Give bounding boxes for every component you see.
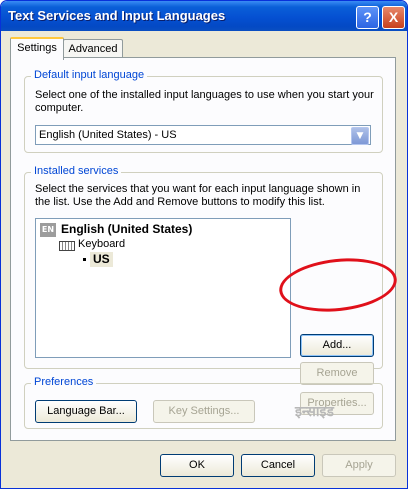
window-title: Text Services and Input Languages [8,8,226,23]
help-button[interactable]: ? [356,6,379,29]
remove-button[interactable]: Remove [300,362,374,385]
default-language-group: Default input language Select one of the… [24,69,383,153]
language-badge: EN [40,223,56,237]
tree-item-language[interactable]: English (United States) [61,223,192,236]
apply-button[interactable]: Apply [322,454,396,477]
dialog-window: Text Services and Input Languages ? X Se… [0,0,408,489]
chevron-down-icon[interactable]: ▼ [351,127,369,145]
title-bar[interactable]: Text Services and Input Languages ? X [1,1,407,31]
tree-item-keyboard[interactable]: Keyboard [78,238,125,251]
keyboard-icon [59,241,75,251]
installed-services-description: Select the services that you want for ea… [35,183,361,208]
tab-advanced[interactable]: Advanced [63,39,123,58]
add-button[interactable]: Add... [300,334,374,357]
default-language-description: Select one of the installed input langua… [35,89,374,114]
default-language-legend: Default input language [31,69,148,81]
close-button[interactable]: X [382,6,405,29]
ok-button[interactable]: OK [160,454,234,477]
installed-services-legend: Installed services [31,165,122,177]
preferences-group: Preferences Language Bar... Key Settings… [24,376,383,429]
bullet-icon [83,258,86,261]
watermark-logo: इन्साइड [295,404,334,420]
default-language-value: English (United States) - US [39,129,177,141]
default-language-select[interactable]: English (United States) - US ▼ [35,125,371,145]
key-settings-button[interactable]: Key Settings... [153,400,255,423]
services-tree[interactable]: EN English (United States) Keyboard US [35,218,291,358]
tree-item-us[interactable]: US [90,252,113,267]
tab-settings[interactable]: Settings [10,37,64,60]
cancel-button[interactable]: Cancel [241,454,315,477]
settings-panel: Default input language Select one of the… [10,57,396,441]
language-bar-button[interactable]: Language Bar... [35,400,137,423]
preferences-legend: Preferences [31,376,97,388]
